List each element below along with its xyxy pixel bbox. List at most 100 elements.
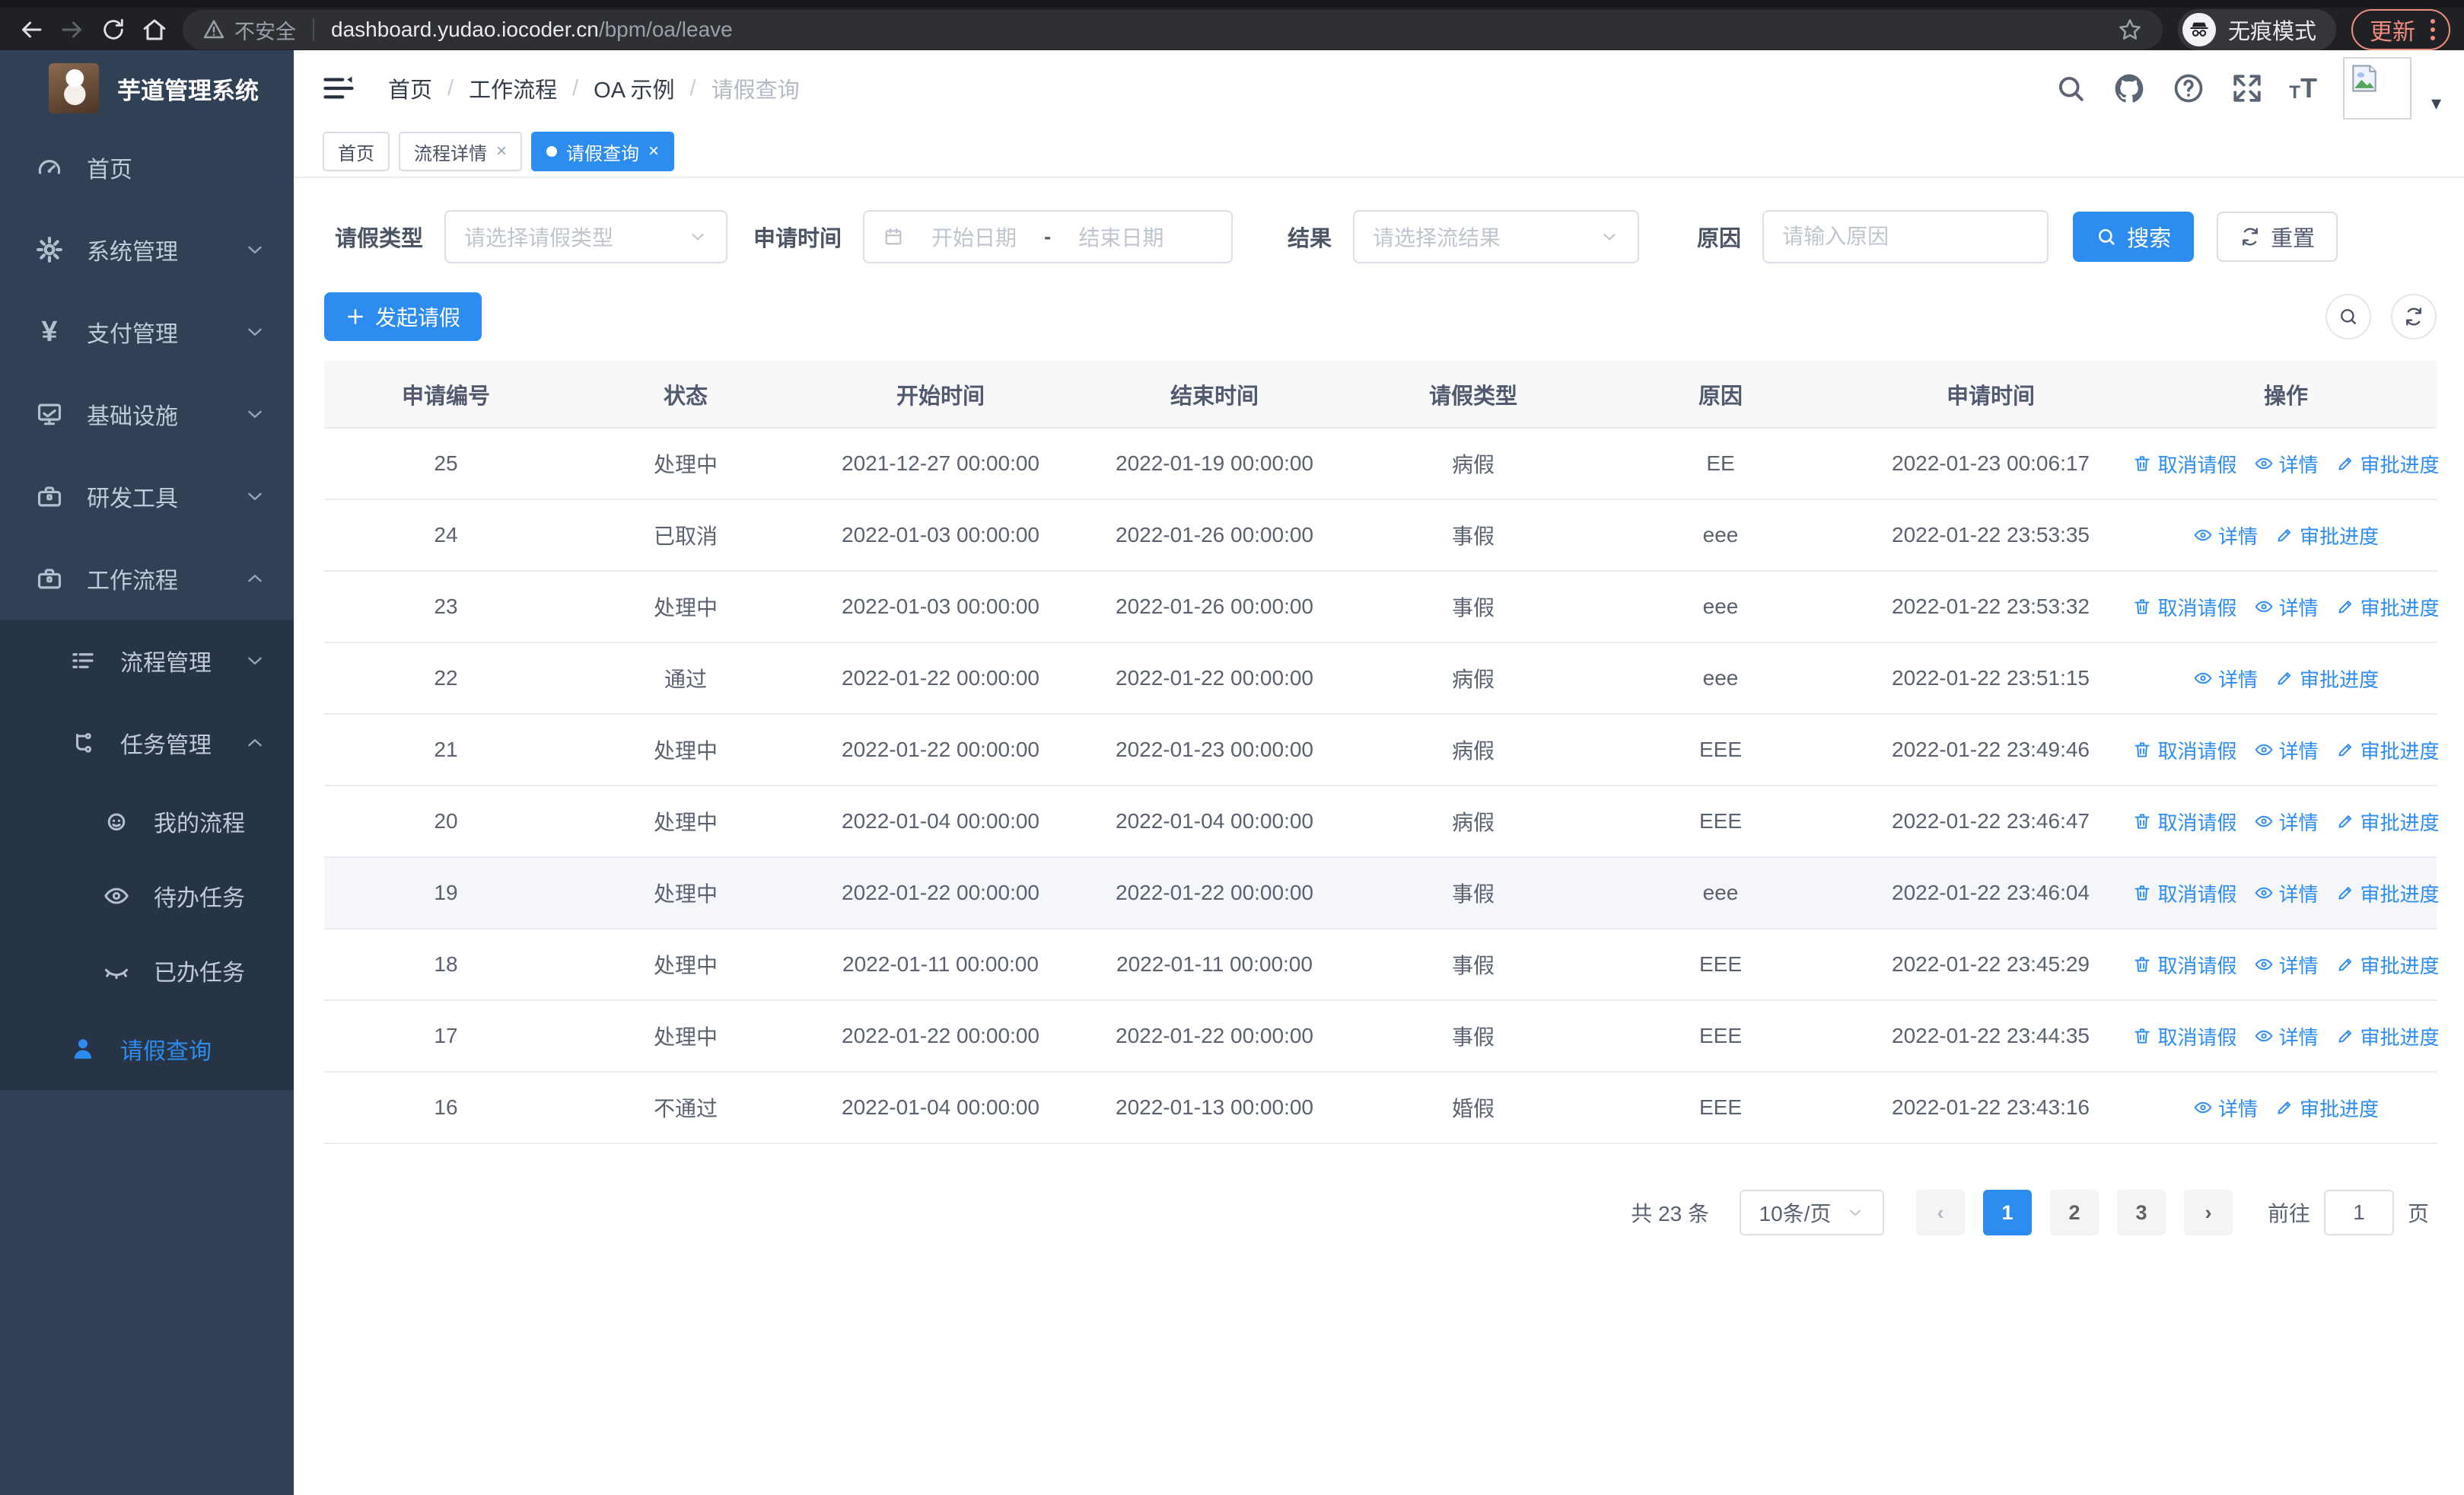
progress-link[interactable]: 审批进度	[2275, 521, 2379, 550]
sidebar-item-leave-query[interactable]: 请假查询	[0, 1008, 294, 1090]
goto-page-input[interactable]	[2323, 1190, 2394, 1235]
page-button-1[interactable]: 1	[1982, 1190, 2032, 1235]
sidebar-item-system[interactable]: 系统管理	[0, 209, 294, 291]
update-button[interactable]: 更新	[2351, 9, 2450, 50]
cancel-leave-link[interactable]: 取消请假	[2132, 808, 2237, 836]
app-logo[interactable]: 芋道管理系统	[0, 50, 294, 126]
flow-branch-icon	[67, 729, 99, 757]
back-button[interactable]	[11, 11, 52, 48]
detail-link[interactable]: 详情	[2193, 665, 2258, 693]
reason-input[interactable]	[1764, 212, 2048, 262]
page-size-select[interactable]: 10条/页	[1739, 1190, 1884, 1235]
progress-link[interactable]: 审批进度	[2335, 951, 2440, 979]
sidebar-item-home[interactable]: 首页	[0, 126, 294, 209]
cancel-leave-link[interactable]: 取消请假	[2132, 736, 2237, 764]
sidebar-item-payment[interactable]: ¥ 支付管理	[0, 291, 294, 373]
github-icon[interactable]	[2112, 72, 2146, 105]
chevron-up-icon	[244, 732, 266, 754]
eye-icon	[2194, 529, 2212, 541]
toggle-search-button[interactable]	[2326, 294, 2371, 339]
sidebar-item-workflow[interactable]: 工作流程	[0, 537, 294, 620]
apply-time-range-picker[interactable]: 开始日期 - 结束日期	[863, 210, 1234, 263]
page-button-2[interactable]: 2	[2049, 1190, 2099, 1235]
font-size-icon[interactable]: TT	[2289, 75, 2317, 102]
table-row: 19 处理中 2022-01-22 00:00:00 2022-01-22 00:00…	[324, 857, 2440, 929]
sidebar-item-my-process[interactable]: 我的流程	[0, 784, 294, 859]
search-icon[interactable]	[2055, 72, 2087, 104]
security-warning-icon	[203, 20, 224, 39]
sidebar-toggle hamburger-icon[interactable]	[323, 75, 355, 102]
page-button-3[interactable]: 3	[2116, 1190, 2166, 1235]
avatar[interactable]	[2342, 57, 2411, 120]
cancel-leave-link[interactable]: 取消请假	[2132, 1022, 2237, 1050]
progress-link[interactable]: 审批进度	[2335, 736, 2440, 764]
app-title: 芋道管理系统	[117, 77, 259, 104]
close-icon[interactable]: ×	[496, 142, 507, 161]
detail-link[interactable]: 详情	[2254, 808, 2319, 836]
tag-process-detail[interactable]: 流程详情 ×	[399, 132, 523, 171]
detail-link[interactable]: 详情	[2254, 450, 2319, 478]
sidebar-item-done-tasks[interactable]: 已办任务	[0, 933, 294, 1008]
detail-link[interactable]: 详情	[2254, 879, 2319, 907]
reset-button[interactable]: 重置	[2217, 212, 2338, 262]
leave-type-select[interactable]: 请选择请假类型	[444, 210, 728, 263]
detail-link[interactable]: 详情	[2254, 736, 2319, 764]
cancel-leave-link[interactable]: 取消请假	[2132, 593, 2237, 621]
chevron-down-icon	[244, 485, 266, 508]
table-row: 24 已取消 2022-01-03 00:00:00 2022-01-26 00:00…	[324, 499, 2437, 572]
next-page-button chevron-right-icon[interactable]: ›	[2183, 1190, 2233, 1235]
url-text[interactable]: dashboard.yudao.iocoder.cn/bpm/oa/leave	[331, 18, 733, 42]
col-leave-type: 请假类型	[1351, 361, 1595, 429]
breadcrumb-item[interactable]: OA 示例	[594, 72, 674, 104]
close-icon[interactable]: ×	[648, 142, 659, 161]
reload-button[interactable]	[93, 11, 134, 48]
breadcrumb-item[interactable]: 首页	[388, 72, 432, 104]
avatar-dropdown-icon[interactable]: ▾	[2431, 91, 2441, 120]
progress-link[interactable]: 审批进度	[2335, 1022, 2440, 1050]
sidebar-item-process-mgmt[interactable]: 流程管理	[0, 620, 294, 702]
detail-link[interactable]: 详情	[2254, 951, 2319, 979]
reason-input-wrap	[1762, 210, 2049, 263]
incognito-badge[interactable]: 无痕模式	[2177, 9, 2336, 50]
toolbox-icon	[33, 564, 65, 593]
detail-link[interactable]: 详情	[2193, 1094, 2258, 1122]
browser-menu-icon[interactable]	[2431, 19, 2435, 40]
help-icon[interactable]	[2172, 72, 2205, 105]
sidebar-item-infrastructure[interactable]: 基础设施	[0, 373, 294, 455]
result-label: 结果	[1288, 227, 1332, 251]
forward-button[interactable]	[52, 11, 93, 48]
col-start-time: 开始时间	[804, 361, 1078, 429]
breadcrumb-item[interactable]: 工作流程	[469, 72, 557, 104]
progress-link[interactable]: 审批进度	[2275, 665, 2379, 693]
create-leave-button[interactable]: 发起请假	[324, 292, 482, 341]
sidebar-item-dev-tools[interactable]: 研发工具	[0, 455, 294, 537]
trash-icon	[2135, 957, 2150, 972]
tag-leave-query[interactable]: 请假查询 ×	[531, 132, 675, 171]
progress-link[interactable]: 审批进度	[2275, 1094, 2379, 1122]
fullscreen-icon[interactable]	[2231, 72, 2263, 104]
progress-link[interactable]: 审批进度	[2335, 808, 2440, 836]
table-row: 23 处理中 2022-01-03 00:00:00 2022-01-26 00:00…	[324, 571, 2440, 643]
cancel-leave-link[interactable]: 取消请假	[2132, 879, 2237, 907]
detail-link[interactable]: 详情	[2254, 593, 2319, 621]
sidebar-item-task-mgmt[interactable]: 任务管理	[0, 702, 294, 784]
detail-link[interactable]: 详情	[2193, 521, 2258, 550]
detail-link[interactable]: 详情	[2254, 1022, 2319, 1050]
url-bar[interactable]: 不安全 dashboard.yudao.iocoder.cn/bpm/oa/le…	[183, 10, 2163, 49]
end-date-placeholder: 结束日期	[1078, 226, 1164, 250]
security-label[interactable]: 不安全	[234, 15, 296, 45]
refresh-table-button[interactable]	[2391, 294, 2437, 339]
progress-link[interactable]: 审批进度	[2335, 450, 2440, 478]
cancel-leave-link[interactable]: 取消请假	[2132, 450, 2237, 478]
goto-unit: 页	[2407, 1202, 2429, 1226]
home-button[interactable]	[134, 11, 175, 48]
progress-link[interactable]: 审批进度	[2335, 593, 2440, 621]
cancel-leave-link[interactable]: 取消请假	[2132, 951, 2237, 979]
result-select[interactable]: 请选择流结果	[1353, 210, 1640, 263]
tag-home[interactable]: 首页	[323, 132, 390, 171]
sidebar-item-todo-tasks[interactable]: 待办任务	[0, 859, 294, 933]
search-button[interactable]: 搜索	[2073, 212, 2195, 262]
progress-link[interactable]: 审批进度	[2335, 879, 2440, 907]
prev-page-button chevron-left-icon[interactable]: ‹	[1915, 1190, 1965, 1235]
bookmark-star-icon[interactable]	[2117, 17, 2143, 43]
